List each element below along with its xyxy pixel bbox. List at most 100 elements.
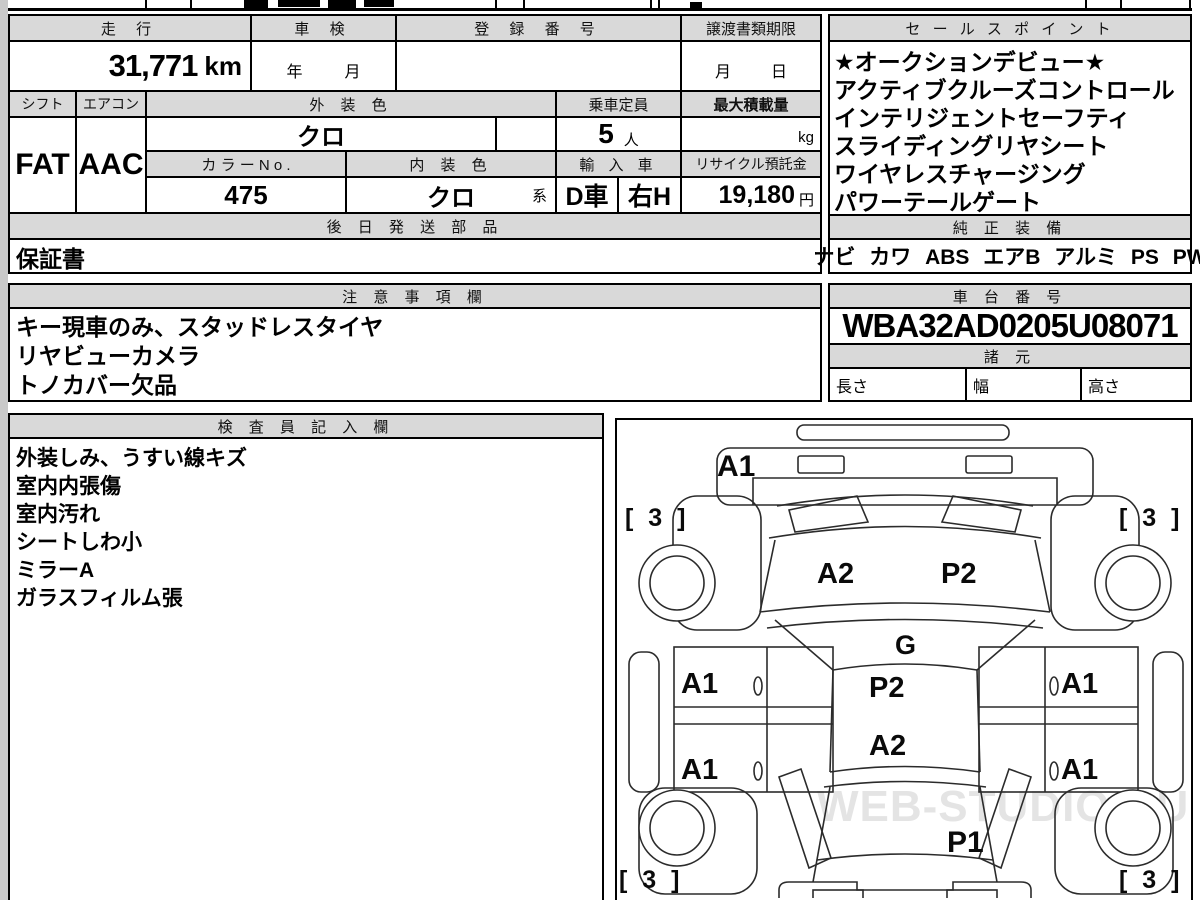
mark-hood-left: A2 [817,558,855,590]
inspection-month-label: 月 [344,64,361,81]
sales-points-cell: ★オークションデビュー★ アクティブクルーズコントロール インテリジェントセーフ… [828,40,1192,216]
note-line: リヤビューカメラ [16,343,200,369]
max-load-unit: kg [798,129,814,146]
later-parts-header: 後 日 発 送 部 品 [8,212,822,240]
capacity-header: 乗車定員 [555,90,682,118]
sales-point-line: パワーテールゲート [834,189,1041,215]
top-strip-border [650,0,652,9]
max-load-header-label: 最大積載量 [713,96,789,114]
spec-width-label: 幅 [973,378,990,396]
chassis-value: WBA32AD0205U08071 [842,307,1178,344]
mark-roof: P2 [869,672,905,704]
top-strip-fragment [328,0,356,8]
chassis-header-label: 車 台 番 号 [952,288,1068,306]
later-parts-value: 保証書 [16,246,85,272]
capacity-value: 5 [598,118,614,149]
equipment-cell: ナビ カワ ABS エアB アルミ PS PW [813,238,1200,274]
shift-cell: FAT [8,116,77,214]
transfer-month-label: 月 [714,64,731,81]
inspector-line: ガラスフィルム張 [16,587,183,610]
note-line: キー現車のみ、スタッドレスタイヤ [16,314,384,340]
sales-point-line: ワイヤレスチャージング [834,161,1086,187]
chassis-cell: WBA32AD0205U08071 [828,307,1192,345]
sales-point-line: インテリジェントセーフティ [834,105,1131,131]
recycle-value: 19,180 [718,180,795,209]
inspection-year-label: 年 [286,64,303,81]
inspector-header-label: 検 査 員 記 入 欄 [217,418,395,436]
inspector-cell: 外装しみ、うすい線キズ 室内内張傷 室内汚れ シートしわ小 ミラーA ガラスフィ… [8,437,604,900]
interior-color-header-label: 内 装 色 [409,156,493,174]
interior-color-suffix: 系 [531,188,547,205]
registration-header-label: 登 録 番 号 [474,20,603,38]
tire-mark-rear-right: [ 3 ] [1119,866,1184,894]
top-strip-fragment [278,0,320,7]
exterior-color-sub-cell [495,116,557,152]
top-strip-border [8,8,1192,11]
tire-mark-rear-left: [ 3 ] [619,866,684,894]
tire-mark-front-left: [ 3 ] [625,504,690,532]
equipment-header: 純 正 装 備 [828,214,1192,240]
spec-width-cell: 幅 [965,367,1082,402]
equipment-value: ナビ カワ ABS エアB アルミ PS PW [813,246,1200,269]
mark-rear-left-door: A1 [681,754,719,786]
chassis-header: 車 台 番 号 [828,283,1192,309]
specs-header: 諸 元 [828,343,1192,369]
capacity-cell: 5 人 [555,116,682,152]
tire-mark-front-right: [ 3 ] [1119,504,1184,532]
sales-point-line: ★オークションデビュー★ [834,49,1106,75]
color-no-value: 475 [224,179,268,210]
later-parts-cell: 保証書 [8,238,822,274]
mark-roof-rear: A2 [869,730,907,762]
auction-sheet: 走 行 車 検 登 録 番 号 譲渡書類期限 31,771 km 年 月 月 日… [0,0,1200,900]
aircon-header: エアコン [75,90,147,118]
exterior-color-cell: クロ [145,116,497,152]
max-load-header: 最大積載量 [680,90,822,118]
max-load-cell: kg [680,116,822,152]
inspection-cell: 年 月 [250,40,397,92]
recycle-cell: 19,180 円 [680,176,822,214]
handle-cell: 右H [617,176,682,214]
interior-color-header: 内 装 色 [345,150,557,178]
top-strip-border [1085,0,1087,9]
note-line: トノカバー欠品 [16,372,177,398]
color-no-header: カ ラ ー N o . [145,150,347,178]
import-value: D車 [565,183,609,211]
top-strip [0,0,1200,13]
interior-color-cell: クロ 系 [345,176,557,214]
aircon-cell: AAC [75,116,147,214]
spec-length-label: 長さ [836,378,869,396]
inspector-header: 検 査 員 記 入 欄 [8,413,604,439]
color-no-header-label: カ ラ ー N o . [201,156,291,174]
car-diagram-box: WEB-STUDIO.RU A1 [3] [3] A2 P2 G A1 … [615,418,1193,900]
interior-color-value: クロ [427,184,475,212]
import-header: 輸 入 車 [555,150,682,178]
mark-front-left-door: A1 [681,668,719,700]
inspector-line: 室内内張傷 [16,475,121,498]
shift-header: シフト [8,90,77,118]
exterior-color-value: クロ [297,123,345,151]
mark-front-right-door: A1 [1061,668,1099,700]
inspector-line: 室内汚れ [16,503,100,526]
top-strip-fragment [244,0,268,8]
shift-value: FAT [15,148,70,181]
notes-header: 注 意 事 項 欄 [8,283,822,309]
top-strip-border [658,0,660,9]
import-header-label: 輸 入 車 [579,156,658,174]
recycle-header-label: リサイクル預託金 [695,156,807,172]
top-strip-fragment [364,0,394,7]
top-strip-border [145,0,147,9]
recycle-unit: 円 [798,191,814,209]
equipment-header-label: 純 正 装 備 [952,219,1068,237]
later-parts-header-label: 後 日 発 送 部 品 [326,218,504,236]
top-strip-border [1120,0,1122,9]
registration-cell [395,40,682,92]
top-strip-fragment [690,2,702,9]
capacity-unit: 人 [623,131,639,149]
mileage-unit: km [204,50,242,81]
mileage-header-label: 走 行 [100,20,160,38]
spec-length-cell: 長さ [828,367,967,402]
top-strip-border [190,0,192,9]
color-no-cell: 475 [145,176,347,214]
aircon-header-label: エアコン [83,96,139,112]
spec-height-cell: 高さ [1080,367,1192,402]
